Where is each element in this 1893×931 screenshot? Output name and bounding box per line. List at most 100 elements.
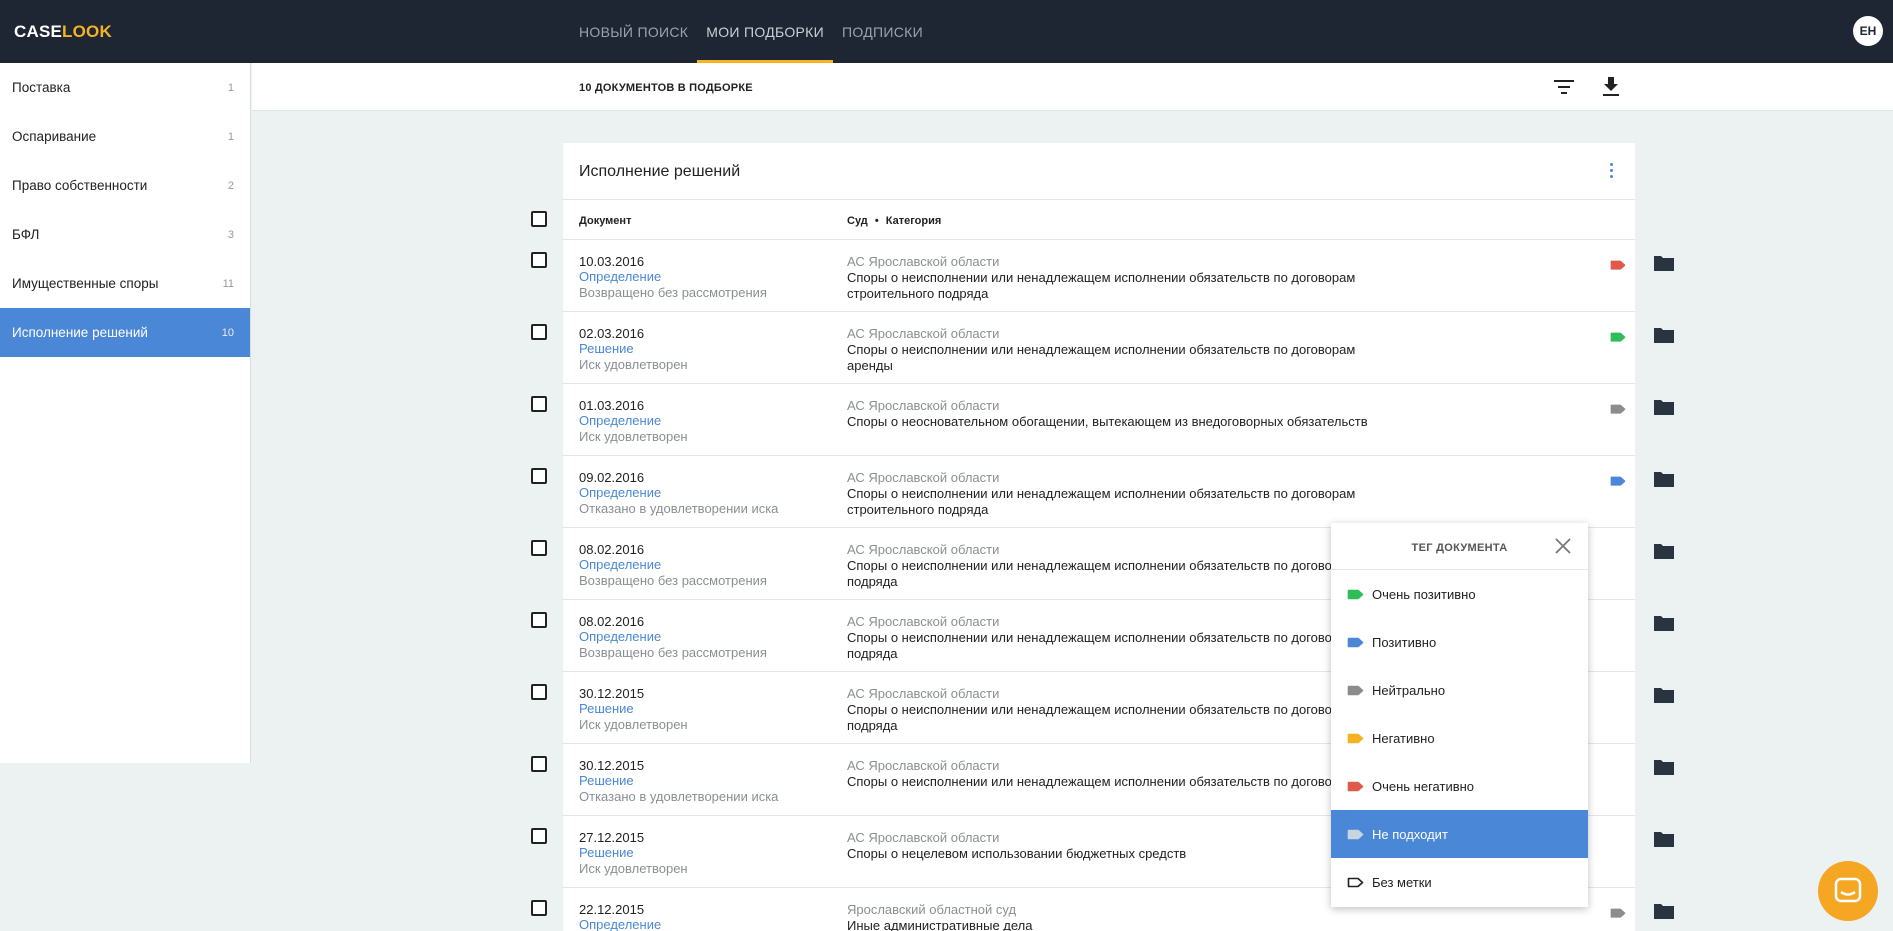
tag-option-label: Негативно [1372, 730, 1435, 746]
sidebar-item-postavka[interactable]: Поставка 1 [0, 63, 250, 112]
tag-options: Очень позитивно Позитивно Нейтрально Негати… [1331, 570, 1588, 906]
folder-icon[interactable] [1653, 758, 1675, 776]
sidebar-item-count: 10 [221, 326, 234, 339]
tag-option[interactable]: Не подходит [1331, 810, 1588, 858]
app-logo[interactable]: CASELOOK [14, 22, 112, 42]
more-options-icon[interactable] [1607, 163, 1615, 183]
close-icon[interactable] [1554, 537, 1572, 555]
folder-icon[interactable] [1653, 398, 1675, 416]
folder-icon[interactable] [1653, 254, 1675, 272]
tag-option[interactable]: Очень негативно [1331, 762, 1588, 810]
case-category: Иные административные дела [847, 918, 1033, 931]
sidebar-item-label: Поставка [12, 80, 71, 95]
row-checkbox[interactable] [531, 684, 547, 700]
folder-icon[interactable] [1653, 830, 1675, 848]
document-type-link[interactable]: Определение [579, 917, 661, 931]
case-category: Споры о неисполнении или ненадлежащем ис… [847, 774, 1332, 789]
case-category: Споры о неисполнении или ненадлежащем ис… [847, 558, 1332, 589]
document-date: 01.03.2016 [579, 398, 645, 413]
sidebar-item-label: БФЛ [12, 227, 40, 242]
document-tag-icon[interactable] [1610, 257, 1626, 270]
document-result: Иск удовлетворен [579, 357, 688, 372]
sidebar-item-count: 11 [222, 277, 234, 290]
document-type-link[interactable]: Решение [579, 341, 634, 356]
document-tag-popup: ТЕГ ДОКУМЕНТА Очень позитивно Позитивно Не… [1331, 523, 1588, 907]
document-tag-icon[interactable] [1610, 401, 1626, 414]
folder-icon[interactable] [1653, 614, 1675, 632]
document-type-link[interactable]: Определение [579, 413, 661, 428]
collection-toolbar: 10 ДОКУМЕНТОВ В ПОДБОРКЕ [252, 63, 1893, 111]
chat-icon [1834, 877, 1862, 903]
tag-option[interactable]: Негативно [1331, 714, 1588, 762]
table-row[interactable]: 02.03.2016 Решение Иск удовлетворен АС Ярос… [563, 312, 1674, 384]
case-category: Споры о нецелевом использовании бюджетны… [847, 846, 1187, 861]
folder-icon[interactable] [1653, 326, 1675, 344]
table-row[interactable]: 09.02.2016 Определение Отказано в удовлетв… [563, 456, 1674, 528]
nav-subscriptions[interactable]: ПОДПИСКИ [833, 0, 932, 63]
row-checkbox[interactable] [531, 612, 547, 628]
select-all-checkbox[interactable] [531, 211, 547, 227]
tag-option-label: Позитивно [1372, 634, 1437, 650]
document-tag-icon[interactable] [1610, 905, 1626, 918]
nav-new-search[interactable]: НОВЫЙ ПОИСК [570, 0, 697, 63]
document-tag-icon[interactable] [1610, 473, 1626, 486]
tag-icon [1347, 877, 1364, 887]
row-checkbox[interactable] [531, 396, 547, 412]
tag-icon [1610, 332, 1626, 342]
row-checkbox[interactable] [531, 756, 547, 772]
download-icon[interactable] [1601, 76, 1621, 98]
document-result: Иск удовлетворен [579, 429, 688, 444]
folder-icon[interactable] [1653, 902, 1675, 920]
sidebar-item-imushchestvennye-spory[interactable]: Имущественные споры 11 [0, 259, 250, 308]
document-date: 08.02.2016 [579, 542, 645, 557]
row-checkbox[interactable] [531, 252, 547, 268]
sidebar-item-ispolnenie-resheniy[interactable]: Исполнение решений 10 [0, 308, 250, 357]
table-header: Документ Суд • Категория [563, 199, 1635, 240]
document-result: Иск удовлетворен [579, 717, 688, 732]
sidebar-item-bfl[interactable]: БФЛ 3 [0, 210, 250, 259]
document-date: 10.03.2016 [579, 254, 645, 269]
row-checkbox[interactable] [531, 324, 547, 340]
court-name: АС Ярославской области [847, 758, 1000, 773]
sidebar-item-pravo-sobstvennosti[interactable]: Право собственности 2 [0, 161, 250, 210]
court-name: АС Ярославской области [847, 470, 1000, 485]
tag-option-label: Нейтрально [1372, 682, 1446, 698]
sidebar-item-osparivanie[interactable]: Оспаривание 1 [0, 112, 250, 161]
sidebar-item-count: 3 [227, 228, 234, 241]
filter-icon[interactable] [1553, 78, 1575, 96]
court-name: АС Ярославской области [847, 686, 1000, 701]
case-category: Споры о неисполнении или ненадлежащем ис… [847, 486, 1356, 517]
document-type-link[interactable]: Определение [579, 629, 661, 644]
document-type-link[interactable]: Решение [579, 845, 634, 860]
tag-icon [1347, 781, 1364, 791]
row-checkbox[interactable] [531, 540, 547, 556]
case-category: Споры о неисполнении или ненадлежащем ис… [847, 342, 1356, 373]
document-tag-icon[interactable] [1610, 329, 1626, 342]
document-result: Отказано в удовлетворении иска [579, 501, 779, 516]
tag-option[interactable]: Без метки [1331, 858, 1588, 906]
row-checkbox[interactable] [531, 900, 547, 916]
tag-icon [1347, 589, 1364, 599]
document-type-link[interactable]: Решение [579, 701, 634, 716]
document-type-link[interactable]: Решение [579, 773, 634, 788]
document-result: Иск удовлетворен [579, 861, 688, 876]
tag-option[interactable]: Очень позитивно [1331, 570, 1588, 618]
main-nav: НОВЫЙ ПОИСК МОИ ПОДБОРКИ ПОДПИСКИ [570, 0, 932, 63]
table-row[interactable]: 10.03.2016 Определение Возвращено без расс… [563, 240, 1674, 312]
folder-icon[interactable] [1653, 542, 1675, 560]
chat-button[interactable] [1818, 861, 1878, 921]
tag-option[interactable]: Нейтрально [1331, 666, 1588, 714]
document-type-link[interactable]: Определение [579, 557, 661, 572]
court-name: АС Ярославской области [847, 254, 1000, 269]
folder-icon[interactable] [1653, 686, 1675, 704]
tag-option[interactable]: Позитивно [1331, 618, 1588, 666]
document-type-link[interactable]: Определение [579, 269, 661, 284]
nav-my-collections[interactable]: МОИ ПОДБОРКИ [697, 0, 833, 63]
folder-icon[interactable] [1653, 470, 1675, 488]
user-avatar[interactable]: ЕН [1853, 16, 1883, 46]
document-type-link[interactable]: Определение [579, 485, 661, 500]
row-checkbox[interactable] [531, 828, 547, 844]
row-checkbox[interactable] [531, 468, 547, 484]
tag-icon [1610, 908, 1626, 918]
table-row[interactable]: 01.03.2016 Определение Иск удовлетворен АС … [563, 384, 1674, 456]
